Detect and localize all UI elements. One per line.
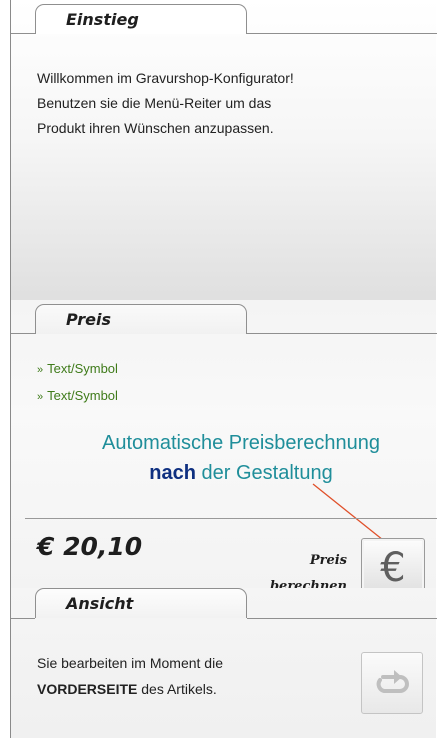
bullet-icon: »: [37, 364, 44, 376]
tab-ansicht-label: Ansicht: [66, 594, 134, 613]
intro-line: Willkommen im Gravurshop-Konfigurator!: [37, 70, 294, 86]
annotation-line-1: Automatische Preisberechnung: [102, 432, 380, 454]
tab-einstieg-label: Einstieg: [66, 10, 139, 29]
tab-baseline-left: [11, 333, 35, 334]
euro-icon: €: [380, 545, 406, 591]
price-item-label: Text/Symbol: [47, 361, 118, 376]
view-status-text: Sie bearbeiten im Moment die VORDERSEITE…: [37, 650, 337, 702]
price-value: € 20,10: [37, 532, 143, 561]
tab-baseline-right: [247, 333, 437, 334]
tab-preis-label: Preis: [66, 310, 111, 329]
einstieg-panel: Einstieg Willkommen im Gravurshop-Konfig…: [10, 0, 437, 310]
price-item-list: » Text/Symbol » Text/Symbol: [37, 356, 118, 410]
tab-baseline-left: [11, 33, 35, 34]
price-item-link[interactable]: » Text/Symbol: [37, 383, 118, 410]
price-annotation: Automatische Preisberechnung nach der Ge…: [51, 428, 431, 488]
tab-baseline-right: [247, 618, 437, 619]
bullet-icon: »: [37, 391, 44, 403]
price-divider: [25, 518, 437, 519]
tab-preis[interactable]: Preis: [35, 304, 247, 334]
view-text-part-1: Sie bearbeiten im Moment die: [37, 655, 223, 671]
rotate-icon: [376, 670, 409, 693]
price-item-label: Text/Symbol: [47, 388, 118, 403]
price-item-link[interactable]: » Text/Symbol: [37, 356, 118, 383]
annotation-rest: der Gestaltung: [201, 462, 333, 484]
intro-line: Benutzen sie die Menü-Reiter um das: [37, 95, 272, 111]
calc-label-line-1: Preis: [309, 553, 347, 568]
tab-ansicht[interactable]: Ansicht: [35, 588, 247, 618]
view-text-part-2: des Artikels.: [141, 681, 217, 697]
intro-text: Willkommen im Gravurshop-Konfigurator! B…: [37, 66, 429, 141]
tab-einstieg[interactable]: Einstieg: [35, 4, 247, 34]
preis-panel: Preis » Text/Symbol » Text/Symbol Automati…: [10, 300, 437, 598]
rotate-view-button[interactable]: [361, 652, 423, 714]
tab-baseline-right: [247, 33, 437, 34]
annotation-strong: nach: [149, 462, 196, 484]
view-side-label: VORDERSEITE: [37, 681, 138, 697]
tab-baseline-left: [11, 618, 35, 619]
annotation-line-2: nach der Gestaltung: [51, 458, 431, 488]
intro-line: Produkt ihren Wünschen anzupassen.: [37, 120, 274, 136]
ansicht-panel: Ansicht Sie bearbeiten im Moment die VOR…: [10, 588, 437, 738]
